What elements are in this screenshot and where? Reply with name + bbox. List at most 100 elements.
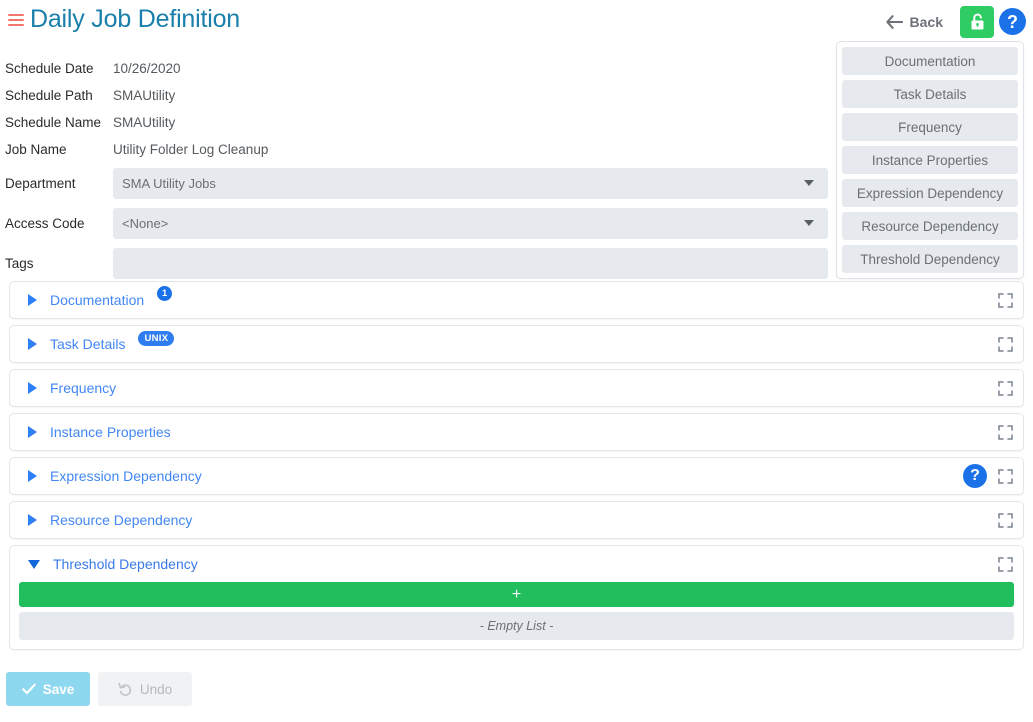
- section-title: Documentation: [50, 292, 145, 308]
- section-header[interactable]: Documentation 1: [10, 282, 1023, 318]
- help-button[interactable]: ?: [999, 8, 1026, 35]
- undo-button-label: Undo: [139, 681, 173, 697]
- tags-input[interactable]: [113, 247, 828, 279]
- field-label: Access Code: [5, 215, 85, 231]
- chevron-right-icon[interactable]: [28, 514, 37, 526]
- back-button-label: Back: [909, 14, 943, 30]
- access-code-value: <None>: [122, 215, 169, 231]
- section-nav-panel: Documentation Task Details Frequency Ins…: [836, 41, 1024, 279]
- section-actions: ?: [963, 458, 1013, 494]
- section-title: Frequency: [50, 380, 117, 396]
- undo-arrow-icon: [118, 682, 132, 696]
- add-threshold-dependency-button[interactable]: +: [19, 582, 1014, 607]
- expand-fullscreen-icon[interactable]: [998, 336, 1013, 352]
- expand-fullscreen-icon[interactable]: [998, 380, 1013, 396]
- section-task-details: Task Details UNIX: [9, 325, 1024, 363]
- section-actions: [998, 370, 1013, 406]
- section-threshold-dependency: Threshold Dependency + - Empty List -: [9, 545, 1024, 650]
- nav-button-instance-properties[interactable]: Instance Properties: [842, 146, 1018, 174]
- field-label: Job Name: [5, 142, 67, 157]
- platform-badge: UNIX: [138, 330, 175, 346]
- hamburger-icon[interactable]: [8, 14, 24, 27]
- section-frequency: Frequency: [9, 369, 1024, 407]
- unlock-button[interactable]: [960, 6, 994, 38]
- chevron-right-icon[interactable]: [28, 382, 37, 394]
- job-fields: Schedule Date 10/26/2020 Schedule Path S…: [0, 55, 859, 283]
- threshold-dependency-body: + - Empty List -: [10, 582, 1023, 649]
- section-actions: [998, 414, 1013, 450]
- form-actions: Save Undo: [6, 672, 192, 706]
- nav-button-resource-dependency[interactable]: Resource Dependency: [842, 212, 1018, 240]
- section-resource-dependency: Resource Dependency: [9, 501, 1024, 539]
- field-value: SMAUtility: [113, 115, 176, 130]
- nav-button-task-details[interactable]: Task Details: [842, 80, 1018, 108]
- field-label: Department: [5, 175, 76, 191]
- department-value: SMA Utility Jobs: [122, 175, 216, 191]
- nav-button-documentation[interactable]: Documentation: [842, 47, 1018, 75]
- expand-fullscreen-icon[interactable]: [998, 468, 1013, 484]
- chevron-down-icon[interactable]: [804, 220, 814, 226]
- chevron-right-icon[interactable]: [28, 338, 37, 350]
- expand-fullscreen-icon[interactable]: [998, 424, 1013, 440]
- field-label: Schedule Path: [5, 88, 93, 103]
- chevron-down-icon[interactable]: [28, 559, 40, 569]
- section-actions: [998, 502, 1013, 538]
- section-title: Expression Dependency: [50, 468, 202, 484]
- arrow-left-icon: [885, 15, 903, 29]
- field-row-job-name: Job Name Utility Folder Log Cleanup: [0, 136, 828, 163]
- nav-button-threshold-dependency[interactable]: Threshold Dependency: [842, 245, 1018, 273]
- section-actions: [998, 282, 1013, 318]
- nav-button-expression-dependency[interactable]: Expression Dependency: [842, 179, 1018, 207]
- field-label: Schedule Date: [5, 61, 94, 76]
- section-instance-properties: Instance Properties: [9, 413, 1024, 451]
- field-row-schedule-path: Schedule Path SMAUtility: [0, 82, 828, 109]
- section-documentation: Documentation 1: [9, 281, 1024, 319]
- section-title: Resource Dependency: [50, 512, 193, 528]
- page-header: Daily Job Definition Back ?: [0, 0, 1033, 44]
- department-input[interactable]: SMA Utility Jobs: [113, 167, 859, 199]
- section-header[interactable]: Threshold Dependency: [10, 546, 1023, 582]
- section-header[interactable]: Resource Dependency: [10, 502, 1023, 538]
- undo-button[interactable]: Undo: [98, 672, 192, 706]
- save-button-label: Save: [42, 681, 75, 697]
- sections-accordion: Documentation 1 Task Details UNIX Freque…: [9, 281, 1024, 656]
- page-title: Daily Job Definition: [30, 5, 240, 33]
- back-button[interactable]: Back: [880, 10, 949, 34]
- section-help-icon[interactable]: ?: [963, 464, 987, 488]
- section-title: Instance Properties: [50, 424, 171, 440]
- section-header[interactable]: Instance Properties: [10, 414, 1023, 450]
- field-label: Schedule Name: [5, 115, 102, 130]
- field-value: 10/26/2020: [113, 61, 181, 76]
- expand-fullscreen-icon[interactable]: [998, 512, 1013, 528]
- app-window: Daily Job Definition Back ? Schedule Dat…: [0, 0, 1033, 722]
- section-actions: [998, 326, 1013, 362]
- field-row-schedule-date: Schedule Date 10/26/2020: [0, 55, 828, 82]
- chevron-right-icon[interactable]: [28, 470, 37, 482]
- section-header[interactable]: Frequency: [10, 370, 1023, 406]
- field-row-tags: Tags: [0, 243, 828, 283]
- chevron-down-icon[interactable]: [804, 180, 814, 186]
- checkmark-icon: [21, 683, 36, 695]
- section-actions: [998, 546, 1013, 582]
- chevron-right-icon[interactable]: [28, 294, 37, 306]
- nav-button-frequency[interactable]: Frequency: [842, 113, 1018, 141]
- threshold-dependency-empty-list: - Empty List -: [19, 612, 1014, 640]
- field-row-access-code: Access Code <None>: [0, 203, 859, 243]
- chevron-right-icon[interactable]: [28, 426, 37, 438]
- unlocked-padlock-icon: [971, 13, 983, 30]
- section-header[interactable]: Task Details UNIX: [10, 326, 1023, 362]
- section-title: Task Details: [50, 336, 126, 352]
- section-expression-dependency: Expression Dependency ?: [9, 457, 1024, 495]
- expand-fullscreen-icon[interactable]: [998, 292, 1013, 308]
- expand-fullscreen-icon[interactable]: [998, 556, 1013, 572]
- save-button[interactable]: Save: [6, 672, 90, 706]
- count-badge: 1: [157, 285, 173, 301]
- field-row-department: Department SMA Utility Jobs: [0, 163, 859, 203]
- field-row-schedule-name: Schedule Name SMAUtility: [0, 109, 828, 136]
- section-title: Threshold Dependency: [53, 556, 198, 572]
- field-label: Tags: [5, 255, 34, 271]
- section-header[interactable]: Expression Dependency ?: [10, 458, 1023, 494]
- field-value: SMAUtility: [113, 88, 176, 103]
- access-code-input[interactable]: <None>: [113, 207, 859, 239]
- field-value: Utility Folder Log Cleanup: [113, 142, 269, 157]
